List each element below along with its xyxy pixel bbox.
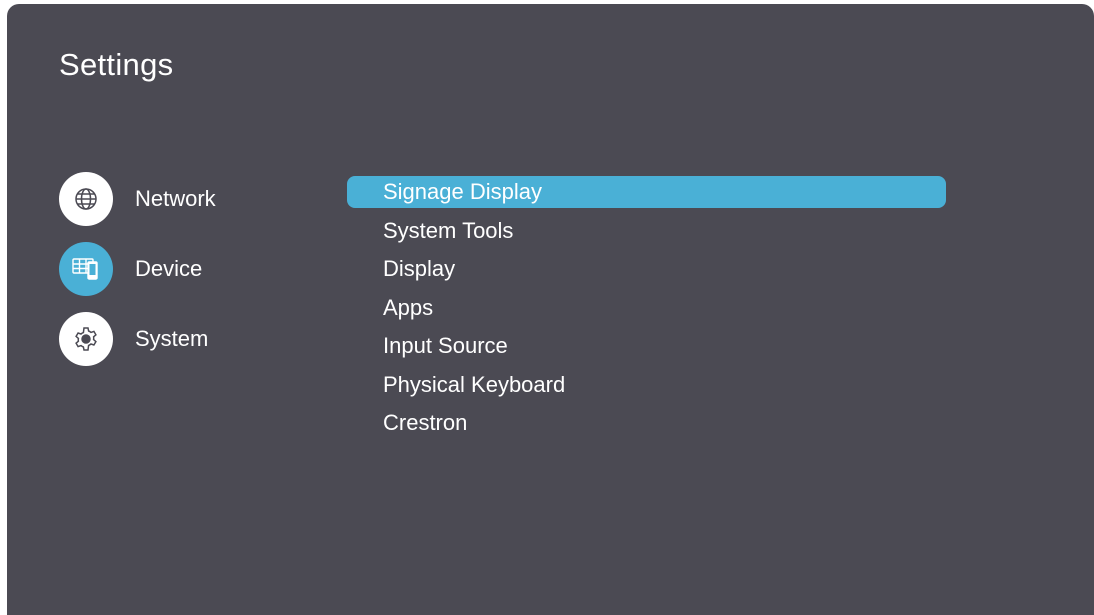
menu-item-system-tools[interactable]: System Tools: [347, 215, 946, 247]
sidebar-item-label: Network: [135, 186, 216, 211]
menu-item-apps[interactable]: Apps: [347, 292, 946, 324]
menu-item-input-source[interactable]: Input Source: [347, 330, 946, 362]
menu-item-crestron[interactable]: Crestron: [347, 407, 946, 439]
gear-icon: [59, 312, 113, 366]
sidebar-item-device[interactable]: Device: [59, 242, 202, 296]
menu-item-signage-display[interactable]: Signage Display: [347, 176, 946, 208]
page-title: Settings: [59, 47, 174, 82]
settings-panel: Settings Network Device System Signage D…: [7, 4, 1094, 615]
menu-item-display[interactable]: Display: [347, 253, 946, 285]
sidebar-item-network[interactable]: Network: [59, 172, 216, 226]
globe-icon: [59, 172, 113, 226]
display-device-icon: [59, 242, 113, 296]
sidebar-item-system[interactable]: System: [59, 312, 208, 366]
sidebar-item-label: System: [135, 326, 209, 351]
sidebar-item-label: Device: [135, 256, 203, 281]
menu-item-physical-keyboard[interactable]: Physical Keyboard: [347, 369, 946, 401]
